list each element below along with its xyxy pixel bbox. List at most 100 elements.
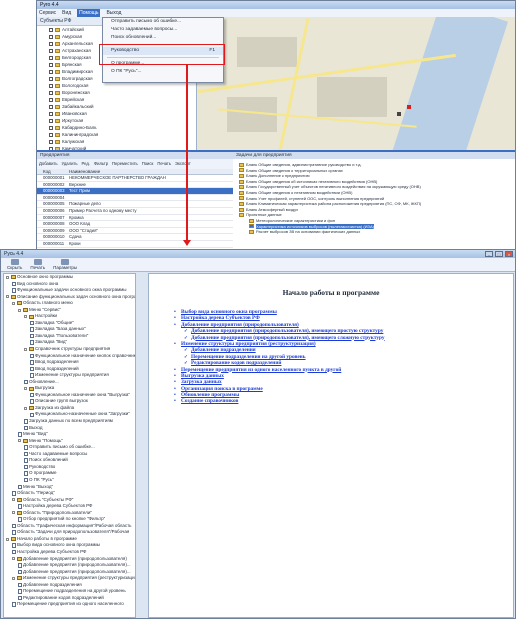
menu-item[interactable]: О ПК "Русь"... — [103, 68, 223, 76]
folder-icon — [55, 62, 60, 67]
table-row[interactable]: 000000008 ООО Клад — [37, 221, 233, 228]
checkbox[interactable] — [49, 27, 53, 32]
toolbar-button[interactable]: Поиск — [142, 159, 154, 169]
close-button[interactable]: × — [505, 251, 513, 257]
checkbox[interactable] — [49, 139, 53, 144]
toc-item[interactable]: Перемещение предприятия из одного населе… — [4, 601, 135, 608]
main-window-screenshot: Pyro 4.4 Сервис Вид Помощь Выход Субъекты Р… — [36, 0, 516, 250]
expand-toggle-icon[interactable] — [6, 295, 9, 299]
cell-name: Пример Расчета по одному месту — [69, 207, 137, 213]
task-item[interactable]: Расчет выбросов ЗВ на основании фактичес… — [233, 229, 515, 235]
checkbox[interactable] — [49, 83, 53, 88]
toolbar-button[interactable]: Переместить — [112, 159, 138, 169]
expand-toggle-icon[interactable] — [12, 557, 15, 561]
checkbox[interactable] — [49, 118, 53, 123]
page-icon — [30, 340, 34, 345]
map-marker[interactable] — [407, 105, 411, 109]
checkbox[interactable] — [49, 111, 53, 116]
checkbox[interactable] — [49, 125, 53, 130]
table-row[interactable]: 000000003 Тест Прим — [37, 188, 233, 195]
folder-icon — [239, 190, 244, 195]
folder-icon — [239, 179, 244, 184]
connector-arrow-head — [183, 240, 191, 246]
checkbox[interactable] — [49, 34, 53, 39]
map-block — [237, 37, 297, 67]
table-row[interactable]: 000000007 Кромка — [37, 215, 233, 222]
menu-item[interactable]: Отправить письмо об ошибке... — [103, 18, 223, 26]
expand-toggle-icon[interactable] — [24, 315, 27, 319]
toolbar-button[interactable]: Экспорт — [175, 159, 191, 169]
table-row[interactable]: 000000011 Кроки — [37, 241, 233, 248]
checkbox[interactable] — [49, 62, 53, 67]
tree-item[interactable]: Кабардино-Балк. — [37, 124, 196, 131]
maximize-button[interactable]: □ — [495, 251, 503, 257]
options-button[interactable]: Параметры — [53, 259, 77, 270]
menu-item[interactable]: Сервис — [39, 9, 56, 17]
toolbar-button[interactable]: Добавить — [39, 159, 58, 169]
tree-item-label: Вологодская — [62, 83, 89, 88]
menu-item[interactable]: Выход — [106, 9, 121, 17]
checkbox[interactable] — [49, 69, 53, 74]
tree-item[interactable]: Ивановская — [37, 110, 196, 117]
map-area[interactable] — [197, 17, 515, 150]
page-icon — [12, 281, 16, 287]
expand-toggle-icon[interactable] — [12, 576, 15, 580]
tree-item[interactable]: Вологодская — [37, 82, 196, 89]
column-header-name[interactable]: Наименование — [69, 169, 233, 174]
expand-toggle-icon[interactable] — [12, 301, 15, 305]
menu-item[interactable]: Вид — [62, 9, 71, 17]
map-marker[interactable] — [397, 112, 401, 116]
folder-icon — [55, 132, 60, 137]
minimize-button[interactable]: – — [485, 251, 493, 257]
menu-item[interactable]: Поиск обновлений... — [103, 34, 223, 42]
table-row[interactable]: 000000010 Сдача — [37, 234, 233, 241]
cell-name: НЕКОММЕРЧЕСКОЕ ПАРТНЕРСТВО ГРАЖДАН — [69, 175, 166, 180]
table-row[interactable]: 000000002 Верхние — [37, 182, 233, 189]
tree-item[interactable]: Забайкальский — [37, 103, 196, 110]
hide-button[interactable]: Скрыть — [7, 259, 22, 270]
tree-item[interactable]: Воронежская — [37, 89, 196, 96]
checkbox[interactable] — [49, 76, 53, 81]
checkbox[interactable] — [49, 55, 53, 60]
table-row[interactable]: 000000006 Пример Расчета по одному месту — [37, 208, 233, 215]
toolbar-button[interactable]: Печать — [157, 159, 171, 169]
table-row[interactable]: 000000004 — [37, 195, 233, 202]
folder-icon — [55, 34, 60, 39]
tree-item[interactable]: Еврейская — [37, 96, 196, 103]
menu-item[interactable]: Помощь — [77, 9, 101, 17]
expand-toggle-icon[interactable] — [24, 347, 27, 351]
table-row[interactable]: 000000009 ООО "Стадия" — [37, 228, 233, 235]
tree-item[interactable]: Иркутская — [37, 117, 196, 124]
expand-toggle-icon[interactable] — [12, 511, 15, 515]
menu-item[interactable]: Часто задаваемые вопросы... — [103, 26, 223, 34]
checkbox[interactable] — [49, 90, 53, 95]
book-icon — [28, 406, 34, 411]
expand-toggle-icon[interactable] — [18, 308, 21, 312]
topic-link[interactable]: Создание справочников — [181, 398, 513, 404]
tree-item[interactable]: Калининградская — [37, 131, 196, 138]
expand-toggle-icon[interactable] — [6, 275, 9, 279]
river-shape — [391, 17, 509, 150]
checkbox[interactable] — [49, 104, 53, 109]
table-row[interactable]: 000000005 Пожарные депо — [37, 201, 233, 208]
checkbox[interactable] — [49, 132, 53, 137]
checkbox[interactable] — [49, 41, 53, 46]
checkbox[interactable] — [49, 97, 53, 102]
toolbar-button[interactable]: Удалить — [62, 159, 78, 169]
book-icon — [16, 576, 22, 581]
page-icon — [24, 379, 28, 385]
print-button[interactable]: Печать — [30, 259, 45, 270]
column-header-code[interactable]: Код — [37, 169, 69, 174]
checkbox[interactable] — [49, 48, 53, 53]
expand-toggle-icon[interactable] — [12, 498, 15, 502]
book-icon — [22, 438, 28, 443]
toolbar-button[interactable]: Фильтр — [94, 159, 108, 169]
tree-item-label: Брянская — [62, 62, 82, 67]
expand-toggle-icon[interactable] — [24, 406, 27, 410]
expand-toggle-icon[interactable] — [24, 387, 27, 391]
expand-toggle-icon[interactable] — [18, 439, 21, 443]
tree-item[interactable]: Калужская — [37, 138, 196, 145]
toolbar-button[interactable]: Ред. — [82, 159, 90, 169]
table-row[interactable]: 000000001 НЕКОММЕРЧЕСКОЕ ПАРТНЕРСТВО ГРАЖ… — [37, 175, 233, 182]
expand-toggle-icon[interactable] — [6, 537, 9, 541]
